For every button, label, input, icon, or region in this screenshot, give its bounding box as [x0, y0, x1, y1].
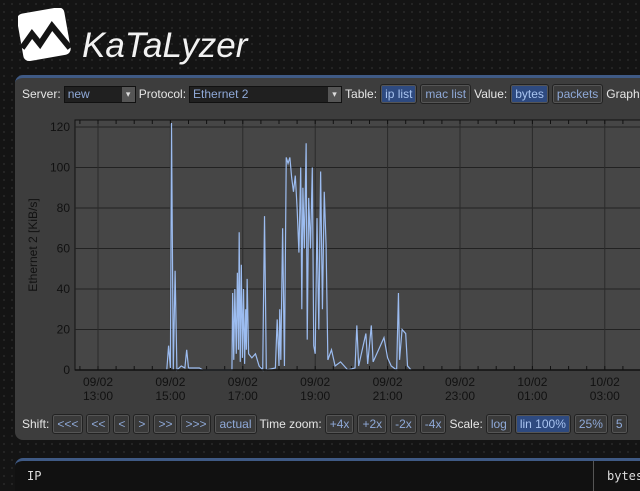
x-tick-date: 09/02 — [300, 375, 330, 389]
y-tick-label: 120 — [50, 120, 70, 134]
zoom-minus4-button[interactable]: -4x — [419, 414, 447, 434]
table-label: Table: — [345, 87, 378, 101]
traffic-table: IP bytes — [15, 458, 640, 491]
bytes-button[interactable]: bytes — [510, 84, 549, 104]
shift-fwd-1-button[interactable]: > — [133, 414, 151, 434]
x-tick-time: 23:00 — [445, 389, 475, 403]
shift-fwd-2-button[interactable]: >> — [153, 414, 178, 434]
graph-panel: Server: new ▾ Protocol: Ethernet 2 ▾ Table… — [15, 75, 640, 440]
y-axis-label: Ethernet 2 [KiB/s] — [26, 198, 40, 291]
column-divider — [593, 461, 594, 491]
scale-lin100-button[interactable]: lin 100% — [514, 414, 571, 434]
server-select[interactable]: new ▾ — [63, 85, 136, 103]
shift-label: Shift: — [22, 417, 50, 431]
scale-25-button[interactable]: 25% — [573, 414, 608, 434]
katalyzer-logo-icon — [16, 7, 73, 62]
column-header-bytes[interactable]: bytes — [607, 469, 640, 483]
shift-fwd-3-button[interactable]: >>> — [180, 414, 212, 434]
x-tick-date: 09/02 — [83, 375, 113, 389]
protocol-value: Ethernet 2 — [193, 86, 249, 101]
y-tick-label: 100 — [50, 161, 70, 175]
y-tick-label: 0 — [63, 363, 70, 377]
x-tick-date: 09/02 — [373, 375, 403, 389]
graph-label: Graph — [606, 87, 640, 101]
y-tick-label: 20 — [57, 323, 71, 337]
x-tick-date: 09/02 — [155, 375, 185, 389]
y-tick-label: 40 — [57, 282, 71, 296]
server-label: Server: — [22, 87, 61, 101]
y-tick-label: 60 — [57, 242, 71, 256]
chevron-down-icon: ▾ — [328, 86, 342, 102]
scale-label: Scale: — [449, 417, 483, 431]
protocol-select[interactable]: Ethernet 2 ▾ — [189, 85, 343, 103]
zoom-plus2-button[interactable]: +2x — [357, 414, 388, 434]
x-tick-date: 10/02 — [590, 375, 620, 389]
app-title: KaTaLyzer — [82, 26, 248, 65]
x-tick-date: 09/02 — [445, 375, 475, 389]
x-tick-time: 21:00 — [373, 389, 403, 403]
chevron-down-icon: ▾ — [121, 86, 135, 102]
x-tick-time: 03:00 — [590, 389, 620, 403]
graph-controls: Shift: <<< << < > >> >>> actual Time zoo… — [22, 414, 628, 434]
zoom-plus4-button[interactable]: +4x — [324, 414, 355, 434]
x-tick-time: 19:00 — [300, 389, 330, 403]
y-tick-label: 80 — [57, 201, 71, 215]
server-value: new — [67, 86, 90, 101]
shift-back-1-button[interactable]: < — [113, 414, 131, 434]
graph-toolbar: Server: new ▾ Protocol: Ethernet 2 ▾ Table… — [22, 84, 640, 104]
x-tick-time: 13:00 — [83, 389, 113, 403]
x-tick-time: 17:00 — [228, 389, 258, 403]
packets-button[interactable]: packets — [551, 84, 604, 104]
x-tick-time: 01:00 — [517, 389, 547, 403]
actual-button[interactable]: actual — [214, 414, 257, 434]
x-tick-date: 09/02 — [228, 375, 258, 389]
zoom-minus2-button[interactable]: -2x — [390, 414, 417, 434]
scale-5-button[interactable]: 5 — [610, 414, 628, 434]
protocol-label: Protocol: — [138, 87, 187, 101]
shift-back-2-button[interactable]: << — [86, 414, 111, 434]
column-header-ip[interactable]: IP — [27, 469, 41, 483]
time-zoom-label: Time zoom: — [259, 417, 322, 431]
ip-list-button[interactable]: ip list — [380, 84, 418, 104]
scale-log-button[interactable]: log — [485, 414, 512, 434]
traffic-chart: 02040608010012009/0213:0009/0215:0009/02… — [26, 119, 640, 403]
mac-list-button[interactable]: mac list — [420, 84, 472, 104]
shift-back-3-button[interactable]: <<< — [52, 414, 84, 434]
x-tick-date: 10/02 — [517, 375, 547, 389]
value-label: Value: — [474, 87, 508, 101]
x-tick-time: 15:00 — [155, 389, 185, 403]
